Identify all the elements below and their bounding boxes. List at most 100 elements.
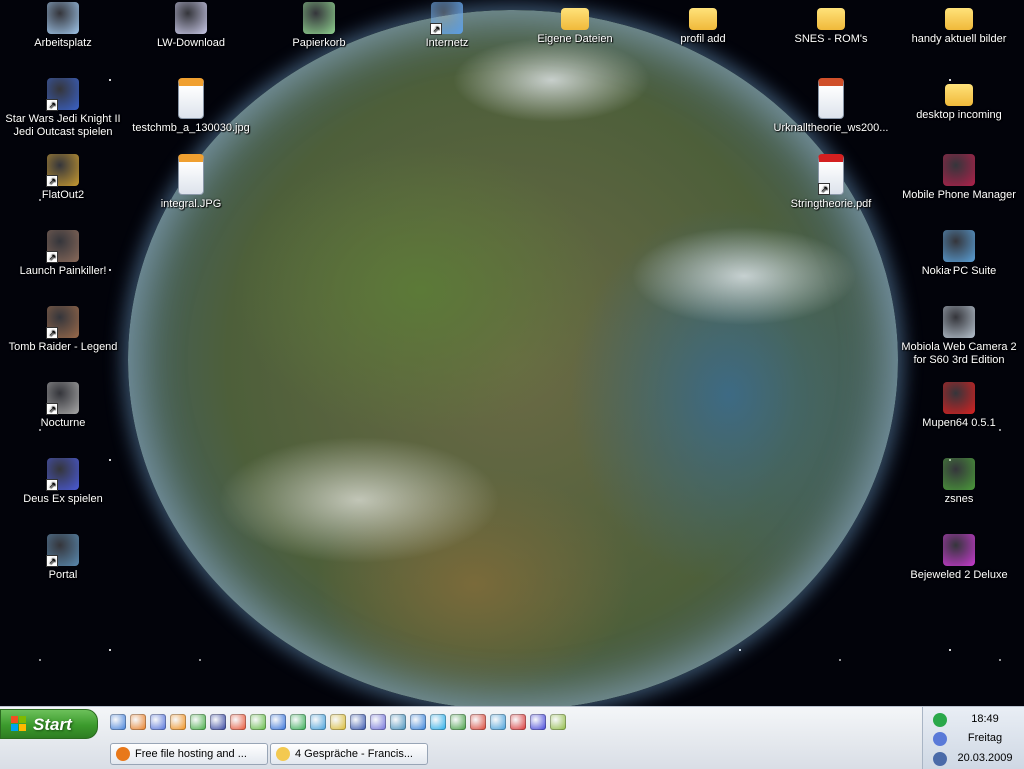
teamspeak-icon[interactable] xyxy=(270,714,286,730)
desktop-icon-label: zsnes xyxy=(944,493,974,505)
taskbar-button[interactable]: Free file hosting and ... xyxy=(110,743,268,765)
desktop-icon[interactable]: Star Wars Jedi Knight II Jedi Outcast sp… xyxy=(0,78,126,139)
chart-icon[interactable] xyxy=(450,714,466,730)
clock-weekday: Freitag xyxy=(967,732,1003,744)
shamrock-icon[interactable] xyxy=(290,714,306,730)
desktop-icon-label: Nokia PC Suite xyxy=(921,265,997,277)
alarm-clock-icon[interactable] xyxy=(510,714,526,730)
desktop-icon[interactable]: FlatOut2 xyxy=(0,154,126,202)
painkiller-icon xyxy=(46,230,79,263)
desktop-icon[interactable]: profil add xyxy=(640,2,766,46)
desktop-icon-label: Mobiola Web Camera 2 for S60 3rd Edition xyxy=(901,341,1017,366)
clock-date: 20.03.2009 xyxy=(957,752,1013,764)
utorrent-icon[interactable] xyxy=(190,714,206,730)
antivirus-icon[interactable] xyxy=(250,714,266,730)
my-computer-icon xyxy=(47,2,79,34)
image-viewer-icon[interactable] xyxy=(370,714,386,730)
folder-icon xyxy=(817,8,845,30)
desktop-icon-label: Urknalltheorie_ws200... xyxy=(773,122,889,134)
recycle-bin-icon xyxy=(303,2,335,34)
cd-drive-icon xyxy=(175,2,207,34)
desktop-icon-label: desktop incoming xyxy=(916,109,1002,121)
taskbar: Start Free file hosting and ... 4 Gespräc… xyxy=(0,706,1024,769)
desktop-icon[interactable]: Arbeitsplatz xyxy=(0,2,126,50)
media-player-icon[interactable] xyxy=(150,714,166,730)
chat-icon[interactable] xyxy=(310,714,326,730)
desktop-icon[interactable]: LW-Download xyxy=(128,2,254,50)
photoshop-icon[interactable] xyxy=(350,714,366,730)
desktop-icon[interactable]: desktop incoming xyxy=(896,78,1022,122)
vlc-icon[interactable] xyxy=(170,714,186,730)
tomb-raider-icon xyxy=(46,306,79,339)
system-tray: 18:49 Freitag 20.03.2009 xyxy=(922,707,1024,769)
taskbar-button[interactable]: 4 Gespräche - Francis... xyxy=(270,743,428,765)
moon-icon xyxy=(46,382,79,415)
desktop-icon[interactable]: Tomb Raider - Legend xyxy=(0,306,126,354)
windows-logo-icon xyxy=(11,716,27,732)
folder-icon xyxy=(689,8,717,30)
internet-explorer-icon[interactable] xyxy=(110,714,126,730)
desktop-icon-label: Portal xyxy=(48,569,78,581)
headphones-icon[interactable] xyxy=(390,714,406,730)
desktop-icon[interactable]: Deus Ex spielen xyxy=(0,458,126,506)
firefox-icon xyxy=(116,747,130,761)
folder-icon xyxy=(276,747,290,761)
desktop-icon[interactable]: integral.JPG xyxy=(128,154,254,211)
desktop-icon-label: Internetz xyxy=(425,37,469,49)
opera-icon[interactable] xyxy=(470,714,486,730)
desktop-icon-label: profil add xyxy=(680,33,726,45)
jpg-file-icon xyxy=(178,78,204,119)
grid-icon[interactable] xyxy=(530,714,546,730)
shamrock-tray-icon[interactable] xyxy=(933,713,947,727)
desktop-icon[interactable]: Internetz xyxy=(384,2,510,50)
winamp-icon[interactable] xyxy=(210,714,226,730)
desktop-icon[interactable]: testchmb_a_130030.jpg xyxy=(128,78,254,135)
quick-launch-bar xyxy=(108,714,568,734)
clock-time[interactable]: 18:49 xyxy=(949,713,1021,725)
mail-icon[interactable] xyxy=(230,714,246,730)
skype-icon[interactable] xyxy=(430,714,446,730)
desktop-icon-label: Nocturne xyxy=(40,417,86,429)
start-label: Start xyxy=(33,715,72,734)
pdf-file-icon xyxy=(818,154,844,195)
desktop-icon[interactable]: Papierkorb xyxy=(256,2,382,50)
taskbar-button-label: 4 Gespräche - Francis... xyxy=(295,748,413,760)
desktop-icon[interactable]: Eigene Dateien xyxy=(512,2,638,46)
search-icon[interactable] xyxy=(490,714,506,730)
desktop-icon-label: handy aktuell bilder xyxy=(911,33,1007,45)
desktop-icon[interactable]: handy aktuell bilder xyxy=(896,2,1022,46)
desktop-icon-label: Stringtheorie.pdf xyxy=(790,198,872,210)
desktop-icon-label: LW-Download xyxy=(156,37,226,49)
desktop-icon-label: testchmb_a_130030.jpg xyxy=(132,122,250,134)
desktop-icon[interactable]: Nokia PC Suite xyxy=(896,230,1022,278)
desktop-icon-label: Arbeitsplatz xyxy=(34,37,92,49)
network-icon xyxy=(430,2,463,35)
firefox-icon[interactable] xyxy=(130,714,146,730)
notepad-icon[interactable] xyxy=(550,714,566,730)
desktop-icon-label: Launch Painkiller! xyxy=(19,265,107,277)
volume-tray-icon[interactable] xyxy=(933,752,947,766)
desktop-icon[interactable]: Mobile Phone Manager xyxy=(896,154,1022,202)
desktop-icon[interactable]: Bejeweled 2 Deluxe xyxy=(896,534,1022,582)
desktop-icon[interactable]: Mobiola Web Camera 2 for S60 3rd Edition xyxy=(896,306,1022,367)
desktop-icon[interactable]: SNES - ROM's xyxy=(768,2,894,46)
folder-icon xyxy=(945,8,973,30)
network-tray-icon[interactable] xyxy=(933,732,947,746)
desktop-icon[interactable]: zsnes xyxy=(896,458,1022,506)
desktop-icon[interactable]: Urknalltheorie_ws200... xyxy=(768,78,894,135)
desktop-icon[interactable]: Stringtheorie.pdf xyxy=(768,154,894,211)
desktop-icon[interactable]: Mupen64 0.5.1 xyxy=(896,382,1022,430)
mupen64-icon xyxy=(943,382,975,414)
desktop-icon-label: Bejeweled 2 Deluxe xyxy=(910,569,1008,581)
zsnes-icon xyxy=(943,458,975,490)
desktop-icon-label: Star Wars Jedi Knight II Jedi Outcast sp… xyxy=(5,113,121,138)
flatout2-icon xyxy=(46,154,79,187)
jpg-file-icon xyxy=(178,154,204,195)
star-icon[interactable] xyxy=(330,714,346,730)
desktop-icon[interactable]: Launch Painkiller! xyxy=(0,230,126,278)
desktop-icon[interactable]: Portal xyxy=(0,534,126,582)
start-button[interactable]: Start xyxy=(0,709,98,739)
globe-icon[interactable] xyxy=(410,714,426,730)
folder-icon xyxy=(945,84,973,106)
desktop-icon[interactable]: Nocturne xyxy=(0,382,126,430)
